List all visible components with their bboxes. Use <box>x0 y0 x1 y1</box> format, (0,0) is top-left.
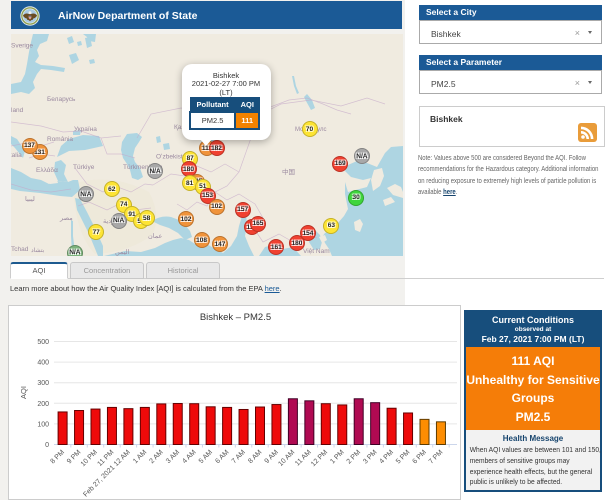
svg-text:8 AM: 8 AM <box>247 449 263 465</box>
svg-text:0: 0 <box>45 442 49 449</box>
svg-text:5 PM: 5 PM <box>395 449 412 466</box>
svg-text:中国: 中国 <box>282 167 295 176</box>
svg-text:Україна: Україна <box>74 126 97 133</box>
svg-text:7 PM: 7 PM <box>428 449 445 466</box>
svg-text:Sverige: Sverige <box>11 43 33 50</box>
svg-text:مصر: مصر <box>59 215 73 222</box>
svg-text:10 AM: 10 AM <box>277 449 296 468</box>
svg-text:2 AM: 2 AM <box>148 449 164 465</box>
svg-text:4 AM: 4 AM <box>181 449 197 465</box>
svg-text:România: România <box>47 136 73 143</box>
svg-text:1 PM: 1 PM <box>329 449 346 466</box>
svg-text:2 PM: 2 PM <box>346 449 363 466</box>
svg-text:Беларусь: Беларусь <box>47 96 76 103</box>
svg-text:8 PM: 8 PM <box>50 449 67 466</box>
svg-text:300: 300 <box>37 380 49 387</box>
svg-text:Türkiye: Türkiye <box>73 164 95 171</box>
svg-text:اليمن: اليمن <box>115 248 130 256</box>
svg-text:عمان: عمان <box>148 232 163 240</box>
svg-text:Ελλάδα: Ελλάδα <box>36 166 58 174</box>
svg-text:12 PM: 12 PM <box>310 449 329 468</box>
svg-text:500: 500 <box>37 339 49 346</box>
svg-text:3 PM: 3 PM <box>362 449 379 466</box>
svg-text:3 AM: 3 AM <box>165 449 181 465</box>
svg-text:100: 100 <box>37 421 49 428</box>
svg-text:1 AM: 1 AM <box>132 449 148 465</box>
svg-text:4 PM: 4 PM <box>379 449 396 466</box>
svg-text:بتشاد: بتشاد <box>31 247 45 254</box>
svg-text:AQI: AQI <box>19 386 28 399</box>
svg-text:Italia: Italia <box>11 152 22 159</box>
svg-text:200: 200 <box>37 401 49 408</box>
svg-text:land: land <box>11 107 24 114</box>
svg-text:400: 400 <box>37 360 49 367</box>
svg-text:7 AM: 7 AM <box>231 449 247 465</box>
svg-text:6 AM: 6 AM <box>214 449 230 465</box>
svg-text:ليبيا: ليبيا <box>25 195 35 203</box>
svg-text:10 PM: 10 PM <box>80 449 99 468</box>
svg-text:Tchad: Tchad <box>11 246 29 253</box>
svg-text:Việt Nam: Việt Nam <box>303 248 330 255</box>
svg-text:6 PM: 6 PM <box>411 449 428 466</box>
svg-text:5 AM: 5 AM <box>198 449 214 465</box>
